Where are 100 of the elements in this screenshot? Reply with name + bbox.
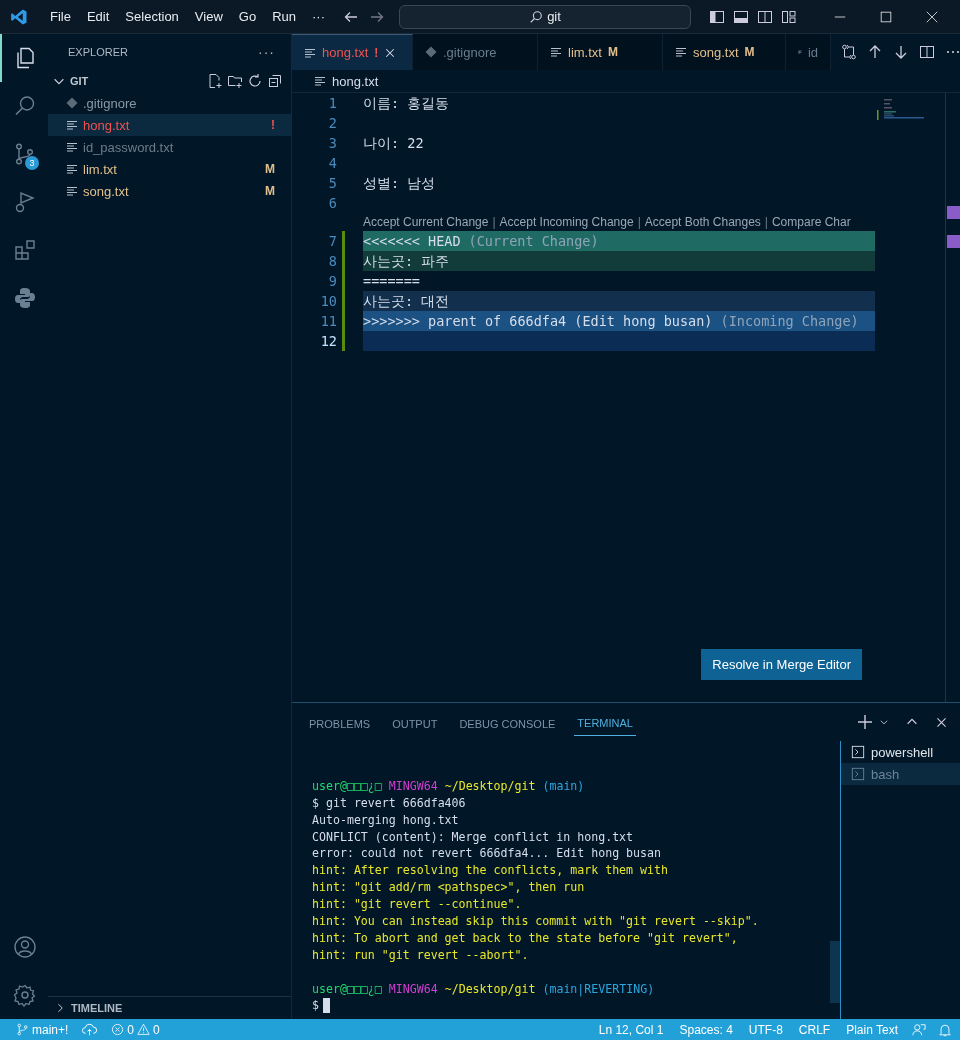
codelens-link[interactable]: Accept Current Change <box>363 213 489 231</box>
panel-tab[interactable]: OUTPUT <box>389 708 441 736</box>
new-folder-icon[interactable] <box>227 73 243 89</box>
line-number: 7 <box>327 232 337 251</box>
terminal-user: user@□□□¿□ <box>312 777 382 795</box>
terminal-cursor <box>323 998 330 1014</box>
up-arrow-icon[interactable] <box>867 44 883 60</box>
conflict-marker <box>947 206 960 219</box>
code-text: 사는곳: 파주 <box>363 253 450 269</box>
terminal-path: ~/Desktop/git <box>444 980 536 998</box>
menu-item[interactable]: View <box>186 9 231 24</box>
file-status: M <box>265 162 275 176</box>
resolve-merge-editor-button[interactable]: Resolve in Merge Editor <box>701 649 862 680</box>
editor-tab[interactable]: hong.txt ! <box>292 34 413 70</box>
text-file-icon <box>675 46 687 58</box>
more-actions-button[interactable]: ··· <box>258 44 275 60</box>
terminal-line: error: could not revert 666dfa4... Edit hong busan <box>312 845 661 863</box>
editor-tab[interactable]: song.txt M <box>663 34 786 70</box>
account-icon[interactable] <box>13 935 37 959</box>
settings-icon[interactable] <box>13 983 37 1007</box>
dropdown-caret-icon[interactable] <box>879 717 889 727</box>
menu-item[interactable]: Go <box>230 9 265 24</box>
line-number: 8 <box>327 252 337 271</box>
codelens-link[interactable]: Accept Incoming Change <box>499 213 634 231</box>
terminal-list-item[interactable]: powershell <box>841 741 960 763</box>
sidebar-title: EXPLORER <box>68 46 128 58</box>
terminal-line: hint: "git add/rm <pathspec>", then run <box>312 879 585 897</box>
cloud-sync-icon[interactable] <box>82 1022 98 1037</box>
scrollbar-thumb[interactable] <box>830 941 840 1003</box>
file-name: hong.txt <box>83 117 131 133</box>
codelens-link[interactable]: Accept Both Changes <box>644 213 761 231</box>
codelens-link[interactable]: Compare Char <box>771 213 851 231</box>
terminal-icon <box>851 767 865 781</box>
count-badge: 3 <box>25 156 39 170</box>
close-icon[interactable] <box>925 9 939 24</box>
conflict-marker <box>947 235 960 248</box>
terminal-path: ~/Desktop/git <box>444 777 536 795</box>
panel-tab[interactable]: PROBLEMS <box>306 708 374 736</box>
terminal-prompt: $ <box>312 997 319 1015</box>
new-file-icon[interactable] <box>207 73 223 89</box>
menu-item[interactable]: File <box>42 9 79 24</box>
tab-label: hong.txt <box>322 45 369 60</box>
code-text: <<<<<<< HEAD <box>363 233 461 249</box>
line-number: 1 <box>327 94 337 113</box>
close-icon[interactable] <box>384 46 397 59</box>
timeline-section[interactable]: TIMELINE <box>71 1002 123 1014</box>
panel-toggle-icon[interactable] <box>733 8 749 25</box>
panel-tab[interactable]: TERMINAL <box>574 708 636 736</box>
code-text: >>>>>>> parent of 666dfa4 (Edit hong busan) <box>363 313 713 329</box>
explorer-entry[interactable]: .gitignore <box>48 92 291 114</box>
add-terminal-icon[interactable] <box>857 714 873 730</box>
menu-item[interactable]: Edit <box>78 9 118 24</box>
search-icon <box>529 9 544 24</box>
editor-tab[interactable]: lim.txt M <box>538 34 663 70</box>
explorer-entry[interactable]: id_password.txt <box>48 136 291 158</box>
terminal-host: MINGW64 <box>388 980 438 998</box>
app-logo-icon <box>10 7 28 26</box>
terminal-line: hint: To abort and get back to the state before "git revert", <box>312 929 738 947</box>
line-number: 3 <box>327 134 337 153</box>
terminal-line: CONFLICT (content): Merge conflict in hong.txt <box>312 828 634 846</box>
split-layout-icon[interactable] <box>757 8 773 25</box>
line-number: 9 <box>327 272 337 291</box>
compare-changes-icon[interactable] <box>841 44 857 60</box>
file-status: M <box>265 184 275 198</box>
explorer-entry[interactable]: hong.txt ! <box>48 114 291 136</box>
split-editor-icon[interactable] <box>919 44 935 60</box>
menu-item[interactable]: Run <box>264 9 304 24</box>
breadcrumb-item[interactable]: hong.txt <box>332 73 379 89</box>
explorer-entry[interactable]: song.txt M <box>48 180 291 202</box>
folder-name[interactable]: GIT <box>70 75 203 87</box>
close-icon[interactable] <box>935 715 948 729</box>
editor-tab[interactable]: .gitignore <box>413 34 538 70</box>
file-name: .gitignore <box>83 95 138 111</box>
line-number: 2 <box>327 114 337 133</box>
explorer-entry[interactable]: lim.txt M <box>48 158 291 180</box>
text-file-icon <box>304 46 316 59</box>
diamond-icon <box>425 46 437 58</box>
line-number: 11 <box>319 312 337 331</box>
refresh-icon[interactable] <box>247 73 263 89</box>
code-text: 성별: 남성 <box>363 175 436 191</box>
tab-label: id <box>807 44 818 60</box>
sidebar-toggle-icon[interactable] <box>709 8 725 25</box>
file-name: id_password.txt <box>83 139 175 155</box>
search-field[interactable]: git <box>399 4 691 29</box>
menu-item[interactable]: Selection <box>117 9 187 24</box>
terminal-list-item[interactable]: bash <box>841 763 960 785</box>
maximize-icon[interactable] <box>879 9 893 24</box>
down-arrow-icon[interactable] <box>893 44 909 60</box>
collapse-all-icon[interactable] <box>267 73 283 89</box>
extensions-icon <box>13 238 37 262</box>
menu-item[interactable]: ··· <box>304 9 333 24</box>
panel-tab[interactable]: DEBUG CONSOLE <box>456 708 559 736</box>
codelens-separator: | <box>764 214 768 231</box>
error-icon <box>111 1023 125 1036</box>
code-text: 나이: 22 <box>363 135 424 151</box>
text-file-icon <box>66 163 78 175</box>
tab-status: ! <box>374 45 379 60</box>
line-number: 4 <box>327 154 337 173</box>
layout-grid-icon[interactable] <box>781 8 797 25</box>
terminal-user: user@□□□¿□ <box>312 980 382 998</box>
